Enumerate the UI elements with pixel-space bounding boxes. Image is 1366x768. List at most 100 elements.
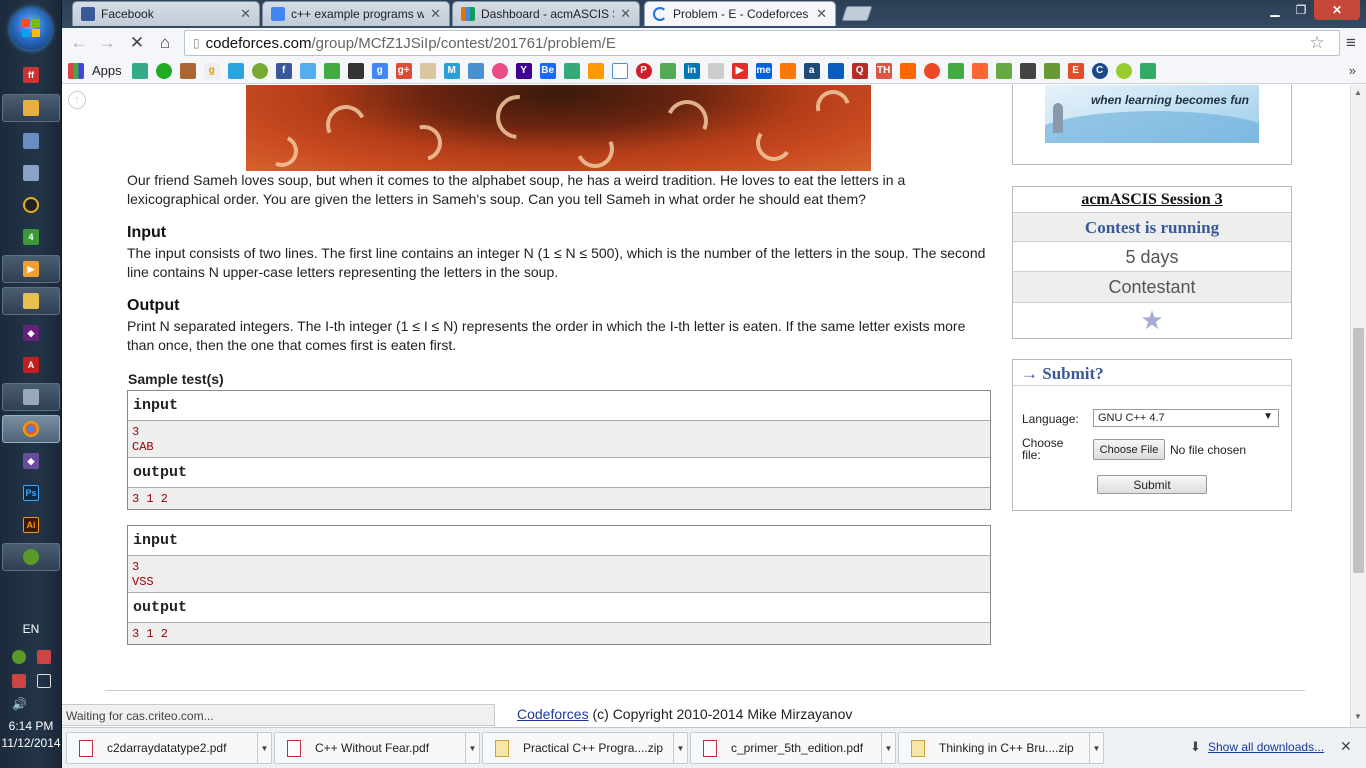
bookmark-icon[interactable] — [1139, 62, 1156, 79]
download-menu-arrow-icon[interactable]: ▼ — [673, 733, 687, 763]
download-menu-arrow-icon[interactable]: ▼ — [257, 733, 271, 763]
taskbar-app-icon[interactable]: ◆ — [2, 447, 60, 475]
bookmark-icon[interactable] — [179, 62, 196, 79]
choose-file-button[interactable]: Choose File — [1093, 439, 1165, 460]
sample-input[interactable]: 3 CAB — [128, 421, 990, 458]
taskbar-app-icon[interactable] — [2, 543, 60, 571]
tab-dashboard[interactable]: Dashboard - acmASCIS Se ✕ — [452, 1, 640, 26]
submit-button[interactable]: Submit — [1097, 475, 1207, 494]
bookmark-icon[interactable] — [899, 62, 916, 79]
sample-output[interactable]: 3 1 2 — [128, 623, 990, 644]
bookmark-icon[interactable] — [995, 62, 1012, 79]
sample-input[interactable]: 3 VSS — [128, 556, 990, 593]
home-button[interactable]: ⌂ — [154, 32, 176, 54]
bookmark-icon[interactable] — [467, 62, 484, 79]
bookmark-icon[interactable]: a — [803, 62, 820, 79]
maximize-button[interactable]: ❐ — [1288, 0, 1314, 20]
bookmark-icon[interactable]: g — [203, 62, 220, 79]
scroll-up-indicator-icon[interactable]: ↑ — [68, 91, 86, 109]
download-item[interactable]: c2darraydatatype2.pdf ▼ — [66, 732, 272, 764]
taskbar-app-icon[interactable] — [2, 94, 60, 122]
more-bookmarks-icon[interactable]: » — [1349, 63, 1356, 78]
scroll-up-arrow-icon[interactable]: ▲ — [1354, 88, 1362, 97]
bookmark-icon[interactable] — [563, 62, 580, 79]
bookmark-icon[interactable] — [707, 62, 724, 79]
bookmark-icon[interactable] — [227, 62, 244, 79]
bookmark-icon[interactable] — [827, 62, 844, 79]
sample-output[interactable]: 3 1 2 — [128, 488, 990, 509]
stop-button[interactable]: ✕ — [126, 32, 148, 54]
sponsor-banner[interactable]: when learning becomes fun — [1045, 85, 1259, 143]
utorrent-tray-icon[interactable] — [12, 650, 26, 664]
clock[interactable]: 6:14 PM 11/12/2014 — [0, 718, 62, 752]
start-button[interactable] — [10, 8, 52, 50]
bookmark-icon[interactable] — [1019, 62, 1036, 79]
taskbar-app-icon[interactable]: Ps — [2, 479, 60, 507]
bookmark-icon[interactable]: TH — [875, 62, 892, 79]
download-menu-arrow-icon[interactable]: ▼ — [1089, 733, 1103, 763]
bookmark-icon[interactable] — [155, 62, 172, 79]
bookmark-icon[interactable] — [251, 62, 268, 79]
stumbleupon-bookmark-icon[interactable] — [923, 62, 940, 79]
taskbar-app-icon[interactable]: ff — [2, 61, 60, 89]
address-bar[interactable]: ▯ codeforces.com/group/MCfZ1JSiIp/contes… — [184, 30, 1340, 56]
minimize-button[interactable]: ▁ — [1262, 0, 1288, 20]
google-plus-bookmark-icon[interactable]: g+ — [395, 62, 412, 79]
tab-facebook[interactable]: Facebook ✕ — [72, 1, 260, 26]
back-button[interactable]: ← — [68, 32, 90, 54]
apps-icon[interactable] — [68, 62, 84, 79]
close-downloads-bar-icon[interactable]: ✕ — [1340, 738, 1352, 755]
language-indicator[interactable]: EN — [0, 622, 62, 636]
taskbar-app-icon[interactable]: ◆ — [2, 319, 60, 347]
bookmark-icon[interactable] — [947, 62, 964, 79]
bookmark-icon[interactable] — [659, 62, 676, 79]
scrollbar-thumb[interactable] — [1353, 328, 1364, 573]
language-select[interactable]: GNU C++ 4.7 ▼ — [1093, 409, 1279, 427]
show-all-downloads-link[interactable]: Show all downloads... — [1208, 740, 1324, 754]
soundcloud-bookmark-icon[interactable] — [779, 62, 796, 79]
close-tab-icon[interactable]: ✕ — [816, 6, 827, 22]
facebook-bookmark-icon[interactable]: f — [275, 62, 292, 79]
linkedin-bookmark-icon[interactable]: in — [683, 62, 700, 79]
twitter-bookmark-icon[interactable] — [299, 62, 316, 79]
new-tab-button[interactable] — [841, 6, 873, 21]
taskbar-app-icon[interactable] — [2, 383, 60, 411]
taskbar-app-icon[interactable] — [2, 191, 60, 219]
taskbar-app-icon[interactable] — [2, 127, 60, 155]
session-title-link[interactable]: acmASCIS Session 3 — [1013, 187, 1291, 212]
taskbar-app-icon[interactable] — [2, 287, 60, 315]
download-item[interactable]: Practical C++ Progra....zip ▼ — [482, 732, 688, 764]
bookmark-icon[interactable] — [611, 62, 628, 79]
download-menu-arrow-icon[interactable]: ▼ — [881, 733, 895, 763]
bookmark-icon[interactable] — [971, 62, 988, 79]
tray-icon[interactable] — [12, 674, 26, 688]
close-window-button[interactable]: ✕ — [1314, 0, 1360, 20]
download-item[interactable]: C++ Without Fear.pdf ▼ — [274, 732, 480, 764]
download-menu-arrow-icon[interactable]: ▼ — [465, 733, 479, 763]
youtube-bookmark-icon[interactable]: ▶ — [731, 62, 748, 79]
bookmark-icon[interactable] — [1115, 62, 1132, 79]
bookmark-icon[interactable] — [347, 62, 364, 79]
download-item[interactable]: c_primer_5th_edition.pdf ▼ — [690, 732, 896, 764]
close-tab-icon[interactable]: ✕ — [240, 6, 251, 22]
bookmark-star-icon[interactable]: ☆ — [1306, 32, 1328, 54]
bookmark-icon[interactable] — [1043, 62, 1060, 79]
bookmark-icon[interactable]: E — [1067, 62, 1084, 79]
bookmark-icon[interactable] — [131, 62, 148, 79]
scroll-down-arrow-icon[interactable]: ▼ — [1354, 712, 1362, 721]
tab-problem-e[interactable]: Problem - E - Codeforces ✕ — [644, 1, 836, 26]
download-item[interactable]: Thinking in C++ Bru....zip ▼ — [898, 732, 1104, 764]
taskbar-app-icon[interactable]: ▶ — [2, 255, 60, 283]
bookmark-icon[interactable]: C — [1091, 62, 1108, 79]
yahoo-bookmark-icon[interactable]: Y — [515, 62, 532, 79]
taskbar-app-icon[interactable]: A — [2, 351, 60, 379]
behance-bookmark-icon[interactable]: Be — [539, 62, 556, 79]
google-bookmark-icon[interactable]: g — [371, 62, 388, 79]
network-tray-icon[interactable] — [37, 650, 51, 664]
menu-icon[interactable]: ≡ — [1340, 32, 1362, 54]
vertical-scrollbar[interactable]: ▲ ▼ — [1350, 85, 1366, 727]
taskbar-app-icon[interactable]: Ai — [2, 511, 60, 539]
taskbar-app-icon[interactable] — [2, 159, 60, 187]
favourite-star-icon[interactable]: ★ — [1013, 302, 1291, 338]
apps-label[interactable]: Apps — [92, 63, 122, 78]
